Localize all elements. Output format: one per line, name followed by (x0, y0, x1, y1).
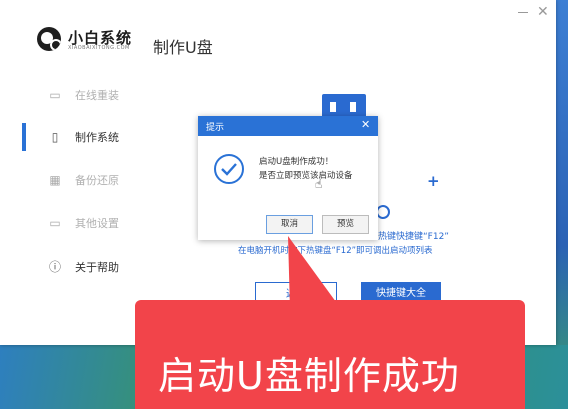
callout-caption: 启动U盘制作成功 (158, 354, 460, 398)
